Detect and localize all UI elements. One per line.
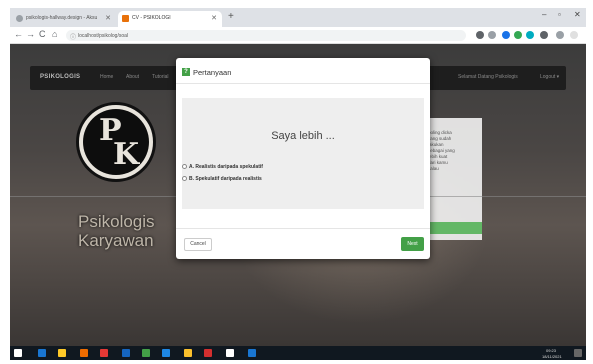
hero-title-line2: Karyawan <box>78 231 154 250</box>
browser-toolbar: ← → C ⌂ ⓘ localhost/psikolog/soal <box>10 27 586 44</box>
radio-button-icon[interactable] <box>182 176 187 182</box>
cancel-button[interactable]: Cancel <box>184 238 212 251</box>
extension-icon[interactable] <box>502 31 510 39</box>
tab-label: CV - PSIKOLOGI <box>132 15 171 21</box>
tab-close-icon[interactable]: ✕ <box>105 14 111 22</box>
tab-favicon-icon <box>16 15 23 22</box>
logo-letter-k: K <box>113 137 140 172</box>
extension-icon[interactable] <box>488 31 496 39</box>
app-icon[interactable] <box>184 349 192 357</box>
question-icon: ? <box>182 68 190 76</box>
app-icon[interactable] <box>142 349 150 357</box>
menu-icon[interactable] <box>570 31 578 39</box>
minimize-icon[interactable]: – <box>542 10 546 19</box>
new-tab-button[interactable]: + <box>228 11 234 22</box>
info-icon[interactable]: ⓘ <box>70 32 76 41</box>
question-text: Saya lebih ... <box>271 130 335 142</box>
tab-strip: psikologis-hallway.design - Aksu ✕ CV - … <box>10 8 586 27</box>
site-brand[interactable]: PSIKOLOGIS <box>40 74 80 80</box>
answer-option-b[interactable]: B. Spekulatif daripada realistis <box>182 176 262 182</box>
site-logo: P K <box>76 102 156 182</box>
back-icon[interactable]: ← <box>14 29 23 39</box>
modal-header: ? Pertanyaan <box>176 58 430 84</box>
app-icon[interactable] <box>248 349 256 357</box>
extension-icon[interactable] <box>476 31 484 39</box>
tab-favicon-icon <box>122 15 129 22</box>
tab-close-icon[interactable]: ✕ <box>211 14 217 22</box>
modal-footer-divider <box>176 228 430 229</box>
clock-time[interactable]: 09:23 <box>546 348 556 353</box>
forward-icon[interactable]: → <box>26 29 35 39</box>
reload-icon[interactable]: C <box>39 29 46 39</box>
answer-option-a[interactable]: A. Realistis daripada spekulatif <box>182 164 263 170</box>
profile-avatar[interactable] <box>556 31 564 39</box>
app-icon[interactable] <box>226 349 234 357</box>
nav-link-about[interactable]: About <box>126 74 139 80</box>
info-card-button[interactable] <box>426 222 482 234</box>
hero-title-line1: Psikologis <box>78 212 155 231</box>
browser-tab-1[interactable]: psikologis-hallway.design - Aksu ✕ <box>12 11 116 27</box>
edge-icon[interactable] <box>80 349 88 357</box>
page-viewport: PSIKOLOGIS Home About Tutorial Selamat D… <box>10 44 586 346</box>
home-icon[interactable]: ⌂ <box>52 29 57 39</box>
nav-welcome-text: Selamat Datang Psikologis <box>458 74 518 80</box>
info-card-text: kalau <box>428 166 439 171</box>
site-hero-title: Psikologis Karyawan <box>78 212 155 250</box>
notification-icon[interactable] <box>574 349 582 357</box>
modal-title: Pertanyaan <box>193 68 232 77</box>
nav-link-tutorial[interactable]: Tutorial <box>152 74 169 80</box>
task-view-icon[interactable] <box>58 349 66 357</box>
app-icon[interactable] <box>162 349 170 357</box>
search-icon[interactable] <box>38 349 46 357</box>
address-bar[interactable]: ⓘ localhost/psikolog/soal <box>66 30 466 41</box>
clock-date[interactable]: 18/11/2021 <box>542 354 562 359</box>
app-icon[interactable] <box>122 349 130 357</box>
app-icon[interactable] <box>204 349 212 357</box>
maximize-icon[interactable]: ▫ <box>558 10 561 19</box>
tab-label: psikologis-hallway.design - Aksu <box>26 15 98 21</box>
logo-inner-circle: P K <box>83 109 149 175</box>
extension-icon[interactable] <box>540 31 548 39</box>
question-modal: ? Pertanyaan Saya lebih ... A. Realistis… <box>176 58 430 259</box>
start-icon[interactable] <box>14 349 22 357</box>
file-explorer-icon[interactable] <box>100 349 108 357</box>
answer-option-label: B. Spekulatif daripada realistis <box>189 176 262 182</box>
browser-tab-2[interactable]: CV - PSIKOLOGI ✕ <box>118 11 222 27</box>
extension-icon[interactable] <box>514 31 522 39</box>
question-panel: Saya lebih ... A. Realistis daripada spe… <box>182 98 424 209</box>
answer-option-label: A. Realistis daripada spekulatif <box>189 164 263 170</box>
radio-button-icon[interactable] <box>182 164 187 170</box>
close-window-icon[interactable]: ✕ <box>574 10 581 19</box>
windows-taskbar: 09:23 18/11/2021 <box>10 346 586 360</box>
browser-window: psikologis-hallway.design - Aksu ✕ CV - … <box>10 8 586 360</box>
nav-link-home[interactable]: Home <box>100 74 113 80</box>
extension-icon[interactable] <box>526 31 534 39</box>
next-button[interactable]: Next <box>401 237 424 251</box>
address-text: localhost/psikolog/soal <box>78 33 129 39</box>
nav-logout-dropdown[interactable]: Logout ▾ <box>540 74 559 80</box>
